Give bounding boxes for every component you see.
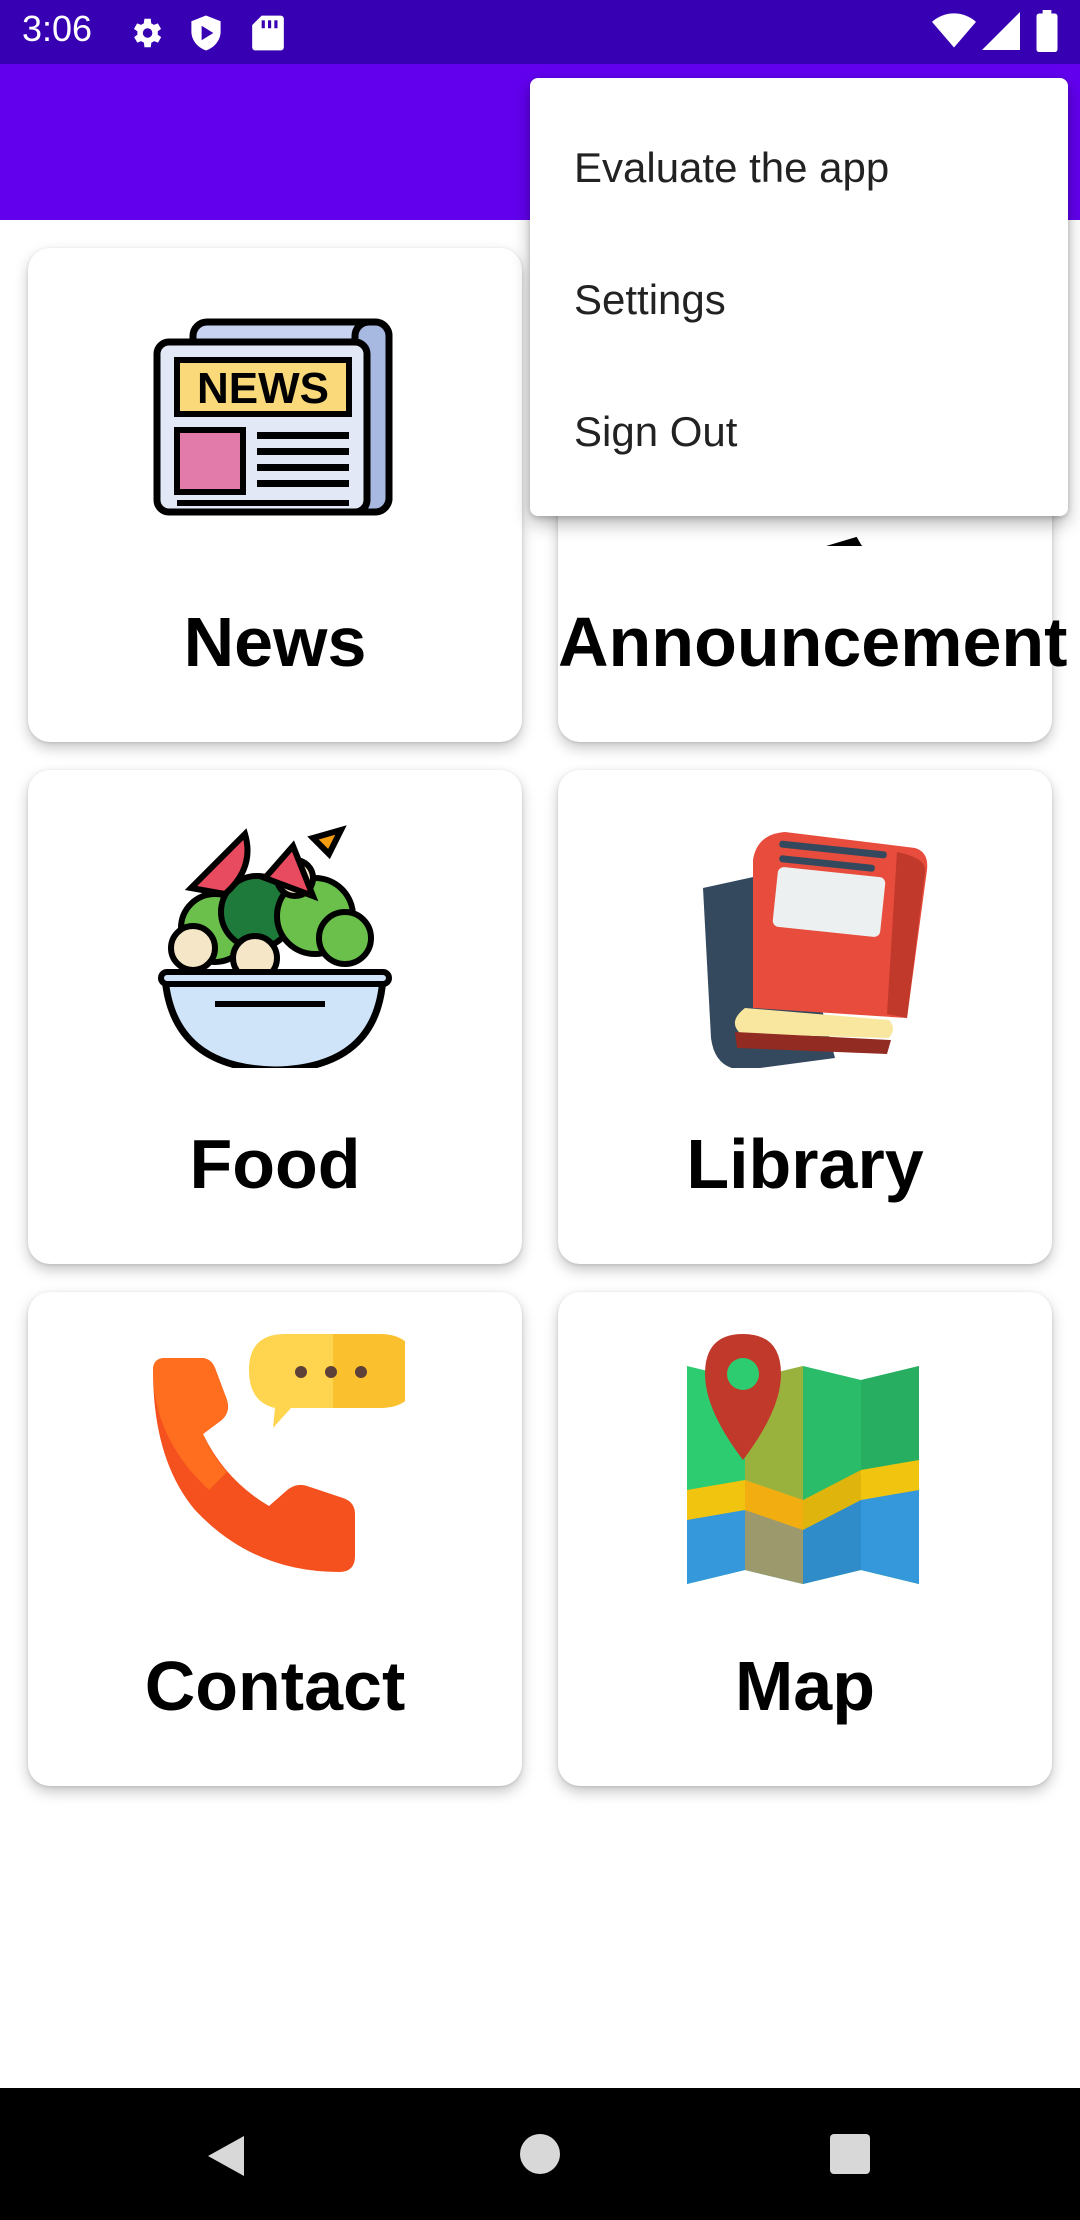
shield-play-icon (191, 15, 221, 51)
food-card[interactable]: Food (28, 770, 522, 1264)
news-label: News (183, 603, 367, 681)
newspaper-icon: NEWS (153, 318, 393, 516)
battery-icon (1036, 10, 1058, 52)
books-icon (703, 832, 928, 1068)
menu-item-sign-out[interactable]: Sign Out (574, 402, 737, 462)
back-icon[interactable] (204, 2132, 248, 2180)
gear-icon (133, 18, 162, 48)
library-card[interactable]: Library (558, 770, 1052, 1264)
library-label: Library (686, 1125, 924, 1203)
salad-bowl-icon (158, 825, 392, 1068)
map-pin-icon (687, 1334, 919, 1584)
food-label: Food (189, 1125, 361, 1203)
cell-signal-icon (982, 12, 1020, 50)
news-card[interactable]: NEWS News (28, 248, 522, 742)
contact-label: Contact (144, 1647, 406, 1725)
status-time: 3:06 (22, 8, 93, 49)
wifi-icon (932, 13, 976, 48)
menu-item-settings[interactable]: Settings (574, 270, 726, 330)
contact-card[interactable]: Contact (28, 1292, 522, 1786)
system-nav-bar (0, 2088, 1080, 2220)
overflow-menu: Evaluate the app Settings Sign Out (530, 78, 1068, 516)
phone-chat-icon (153, 1334, 405, 1572)
sd-card-icon (252, 15, 284, 51)
recents-icon[interactable] (828, 2132, 872, 2176)
map-label: Map (735, 1647, 875, 1725)
home-icon[interactable] (518, 2132, 562, 2176)
announcement-label: Announcement (558, 603, 1068, 681)
map-card[interactable]: Map (558, 1292, 1052, 1786)
status-bar: 3:06 (0, 0, 1080, 64)
svg-text:NEWS: NEWS (197, 364, 329, 413)
menu-item-evaluate[interactable]: Evaluate the app (574, 138, 889, 198)
